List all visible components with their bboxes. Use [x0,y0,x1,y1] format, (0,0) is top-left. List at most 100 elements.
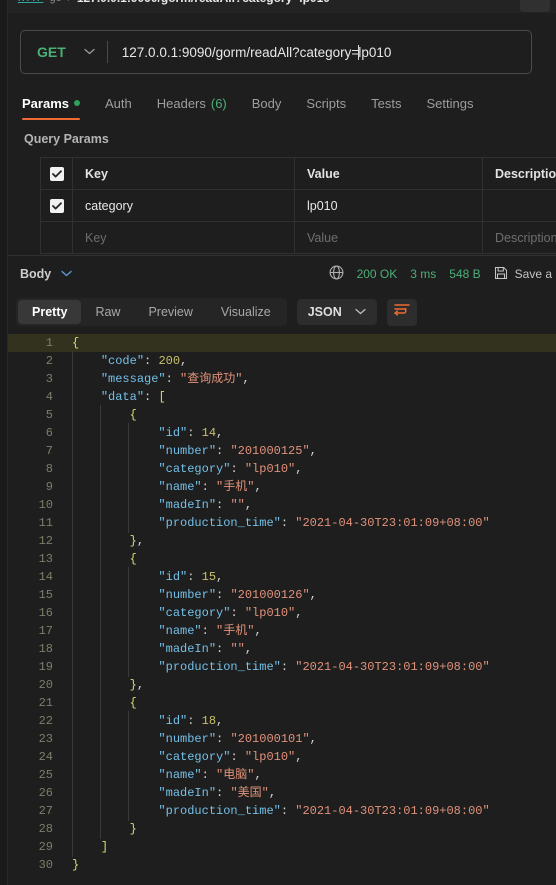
method-selector[interactable]: GET [21,31,107,73]
indent-guide [72,747,73,767]
active-request-tab[interactable]: HTTP go / 127.0.0.1:9090/gorm/readAll?ca… [18,0,330,5]
tab-settings[interactable]: Settings [426,89,473,117]
indent-guide [72,621,73,641]
code-token-pun: : [201,480,217,494]
code-line-text: { [64,334,556,352]
tab-body[interactable]: Body [252,89,282,117]
line-number: 24 [38,750,53,764]
indent-guide [72,405,73,425]
indent-guide [72,477,73,497]
indent-guide [100,531,101,551]
code-token-key: "name" [158,768,202,782]
code-token-pun: , [216,714,224,728]
new-param-key-input[interactable]: Key [73,222,295,254]
line-number: 22 [38,714,53,728]
tab-scripts[interactable]: Scripts [306,89,346,117]
code-line-text: "production_time": "2021-04-30T23:01:09+… [64,801,556,821]
tab-tests[interactable]: Tests [371,89,401,117]
code-token-key: "production_time" [158,804,281,818]
indent-guide [128,711,129,731]
line-number: 28 [38,822,53,836]
indent-guide [100,729,101,749]
code-token-key: "madeIn" [158,642,217,656]
code-token-str: "美国" [230,786,269,800]
checkbox-checked-icon[interactable] [49,167,64,181]
code-token-br: } [129,534,137,548]
code-token-key: "id" [158,570,188,584]
response-code-view[interactable]: 1{2 "code": 200, 3 "message": "查询成功", 4 "d… [8,334,556,885]
indent-guide [128,567,129,587]
code-token-pun: , [268,786,277,800]
checkbox-checked-icon[interactable] [49,199,64,213]
indent-guide [128,747,129,767]
code-token-pun: , [180,354,188,368]
new-param-description-input[interactable]: Description [483,222,556,254]
code-token-key: "data" [100,390,145,404]
code-token-pun: : [201,624,217,638]
code-token-key: "code" [100,354,145,368]
view-tab-preview[interactable]: Preview [134,300,206,324]
code-line: 27 "production_time": "2021-04-30T23:01:… [8,801,556,821]
line-number: 3 [45,372,53,386]
line-number: 19 [38,660,53,674]
param-key-input[interactable]: category [73,190,295,222]
indent-guide [72,639,73,659]
tab-strip: HTTP go / 127.0.0.1:9090/gorm/readAll?ca… [8,0,556,13]
code-token-key: "production_time" [158,516,281,530]
code-token-str: "电脑" [216,768,255,782]
line-number: 11 [38,516,53,530]
view-tab-raw[interactable]: Raw [81,300,134,324]
indent-guide [128,657,129,677]
line-number: 6 [45,426,53,440]
select-all-checkbox-cell[interactable] [41,158,73,190]
save-response-label: Save a [514,267,552,281]
line-number: 7 [45,444,53,458]
status-code: 200 OK [356,267,398,281]
url-input[interactable]: 127.0.0.1:9090/gorm/readAll?category=lp0… [108,44,531,60]
line-number: 26 [38,786,53,800]
code-token-str: "lp010" [244,462,296,476]
new-param-value-input[interactable]: Value [295,222,483,254]
save-response-button[interactable]: Save a [494,266,552,283]
globe-icon [329,265,344,283]
placeholder-checkbox-cell[interactable] [41,222,73,254]
chevron-down-icon[interactable] [61,268,72,280]
tab-headers[interactable]: Headers (6) [157,89,227,117]
view-tab-pretty[interactable]: Pretty [18,300,82,324]
tab-auth-label: Auth [104,95,132,111]
tab-body-label: Body [251,95,282,111]
url-bar: GET 127.0.0.1:9090/gorm/readAll?category… [20,30,532,74]
view-tab-visualize[interactable]: Visualize [207,300,285,324]
table-row[interactable]: category lp010 [41,190,556,222]
view-tab-group: Pretty Raw Preview Visualize [16,298,287,326]
indent-guide [100,567,101,587]
code-line-text: "number": "201000126", [64,585,556,605]
code-token-key: "category" [158,462,231,476]
row-checkbox-cell[interactable] [41,190,73,222]
code-token-str: "" [230,498,245,512]
code-token-pun: , [242,372,250,386]
response-header: Body 200 OK 3 ms 548 B Save a [8,256,556,292]
code-line: 18 "madeIn": "", [8,639,556,659]
response-format-selector[interactable]: JSON [296,299,377,325]
indent-guide [72,675,73,695]
params-modified-dot-icon [73,100,80,106]
code-token-key: "id" [158,714,188,728]
code-token-str: "201000125" [230,444,310,458]
tab-strip-action-button[interactable] [520,0,550,12]
code-token-pun: : [187,714,202,728]
code-token-pun: , [254,624,262,638]
line-number: 25 [38,768,53,782]
code-token-str: "lp010" [244,750,296,764]
param-value-input[interactable]: lp010 [295,190,483,222]
indent-guide [100,783,101,803]
code-token-pun: : [144,354,159,368]
param-description-input[interactable] [483,190,556,222]
indent-guide [100,657,101,677]
wrap-text-button[interactable] [386,298,417,326]
indent-guide [100,423,101,443]
table-row-placeholder[interactable]: Key Value Description [41,222,556,254]
indent-guide [72,513,73,533]
tab-params[interactable]: Params [22,89,80,120]
tab-auth[interactable]: Auth [105,89,132,117]
